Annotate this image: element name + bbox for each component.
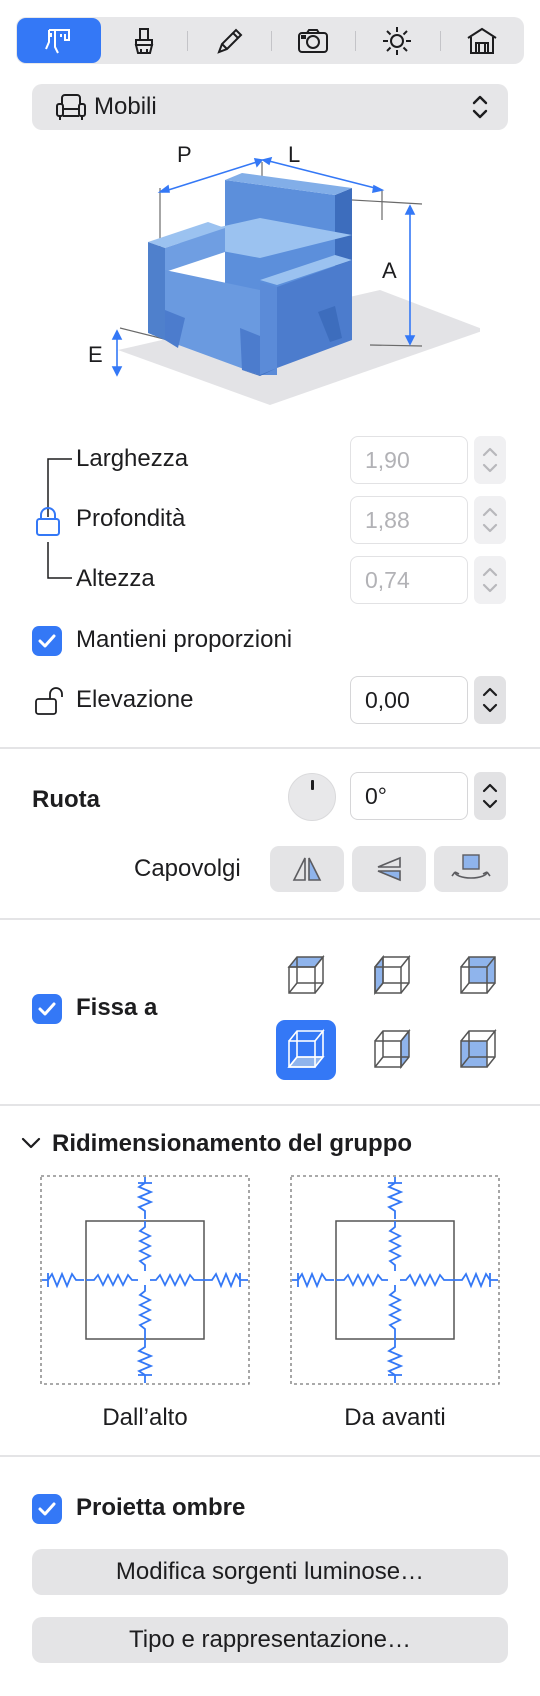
camera-icon	[298, 28, 329, 53]
cube-back-icon	[460, 956, 496, 994]
flip-vertical-icon	[377, 856, 401, 882]
height-stepper[interactable]	[474, 556, 506, 604]
width-stepper[interactable]	[474, 436, 506, 484]
diagram-label-l: L	[288, 142, 300, 167]
anchor-front-button[interactable]	[448, 1020, 508, 1080]
resize-front-view-diagram[interactable]	[290, 1175, 500, 1385]
stepper-arrows-icon	[482, 567, 498, 593]
stepper-arrows-icon	[482, 447, 498, 473]
separator	[0, 918, 540, 920]
tab-light[interactable]	[355, 17, 439, 64]
flip-vertical-button[interactable]	[352, 846, 426, 892]
brush-icon	[135, 27, 154, 54]
rotation-field[interactable]: 0°	[350, 772, 468, 820]
type-representation-button[interactable]: Tipo e rappresentazione…	[32, 1617, 508, 1663]
separator	[0, 1104, 540, 1106]
height-label: Altezza	[76, 565, 155, 592]
tab-camera[interactable]	[270, 17, 355, 64]
tab-materials[interactable]	[102, 17, 186, 64]
depth-stepper[interactable]	[474, 496, 506, 544]
rotation-dial[interactable]	[288, 773, 336, 821]
stepper-arrows-icon	[482, 783, 498, 809]
checkmark-icon	[38, 1502, 56, 1516]
group-resize-title: Ridimensionamento del gruppo	[52, 1130, 413, 1157]
anchor-bottom-button[interactable]	[276, 1020, 336, 1080]
house-icon	[467, 27, 497, 54]
anchor-label: Fissa a	[76, 994, 158, 1021]
cast-shadows-checkbox[interactable]	[32, 1494, 62, 1524]
elevation-field[interactable]: 0,00	[350, 676, 468, 724]
cube-side-icon	[374, 954, 411, 996]
pencil-icon	[217, 28, 243, 54]
edit-light-sources-button[interactable]: Modifica sorgenti luminose…	[32, 1549, 508, 1595]
toolbar	[16, 17, 524, 64]
category-dropdown[interactable]: Mobili	[32, 84, 508, 130]
width-field[interactable]: 1,90	[350, 436, 468, 484]
separator	[0, 747, 540, 749]
anchor-right-button[interactable]	[362, 1020, 422, 1080]
tab-building[interactable]	[439, 17, 524, 64]
anchor-back-button[interactable]	[448, 946, 508, 1006]
diagram-label-a: A	[382, 258, 397, 283]
category-label: Mobili	[94, 93, 157, 120]
chevron-down-icon[interactable]	[20, 1133, 42, 1153]
elevation-stepper[interactable]	[474, 676, 506, 724]
elevation-label: Elevazione	[76, 686, 194, 713]
furniture-dimensions-diagram: P L A E	[88, 142, 480, 405]
anchor-checkbox[interactable]	[32, 994, 62, 1024]
top-view-caption: Dall’alto	[102, 1404, 188, 1431]
stepper-arrows-icon	[482, 687, 498, 713]
cast-shadows-label: Proietta ombre	[76, 1494, 246, 1521]
flip-horizontal-icon	[292, 857, 322, 881]
diagram-label-p: P	[177, 142, 192, 167]
flip-depth-button[interactable]	[434, 846, 508, 892]
rotation-dial-indicator	[311, 780, 314, 790]
width-label: Larghezza	[76, 445, 189, 472]
keep-proportions-label: Mantieni proporzioni	[76, 626, 293, 653]
armchair-icon	[56, 94, 86, 120]
cube-top-icon	[287, 954, 325, 994]
anchor-top-button[interactable]	[276, 946, 336, 1006]
rotate-label: Ruota	[32, 786, 100, 813]
height-field[interactable]: 0,74	[350, 556, 468, 604]
diagram-label-e: E	[88, 342, 103, 367]
flip-label: Capovolgi	[134, 855, 241, 882]
checkmark-icon	[38, 634, 56, 648]
lock-open-icon[interactable]	[33, 686, 67, 718]
caliper-icon	[45, 28, 71, 53]
depth-field[interactable]: 1,88	[350, 496, 468, 544]
checkmark-icon	[38, 1002, 56, 1016]
depth-label: Profondità	[76, 505, 186, 532]
rotation-stepper[interactable]	[474, 772, 506, 820]
flip-depth-icon	[451, 854, 491, 879]
lock-closed-icon[interactable]	[33, 505, 63, 539]
chevron-updown-icon	[472, 95, 488, 119]
keep-proportions-checkbox[interactable]	[32, 626, 62, 656]
anchor-left-button[interactable]	[362, 946, 422, 1006]
tab-dimensions[interactable]	[17, 18, 102, 63]
resize-top-view-diagram[interactable]	[40, 1175, 250, 1385]
front-view-caption: Da avanti	[344, 1404, 446, 1431]
cube-front-icon	[460, 1028, 497, 1068]
sun-icon	[383, 26, 412, 55]
separator	[0, 1455, 540, 1457]
flip-horizontal-button[interactable]	[270, 846, 344, 892]
cube-bottom-icon	[287, 1028, 325, 1068]
tab-edit[interactable]	[186, 17, 271, 64]
stepper-arrows-icon	[482, 507, 498, 533]
cube-right-icon	[374, 1028, 411, 1070]
